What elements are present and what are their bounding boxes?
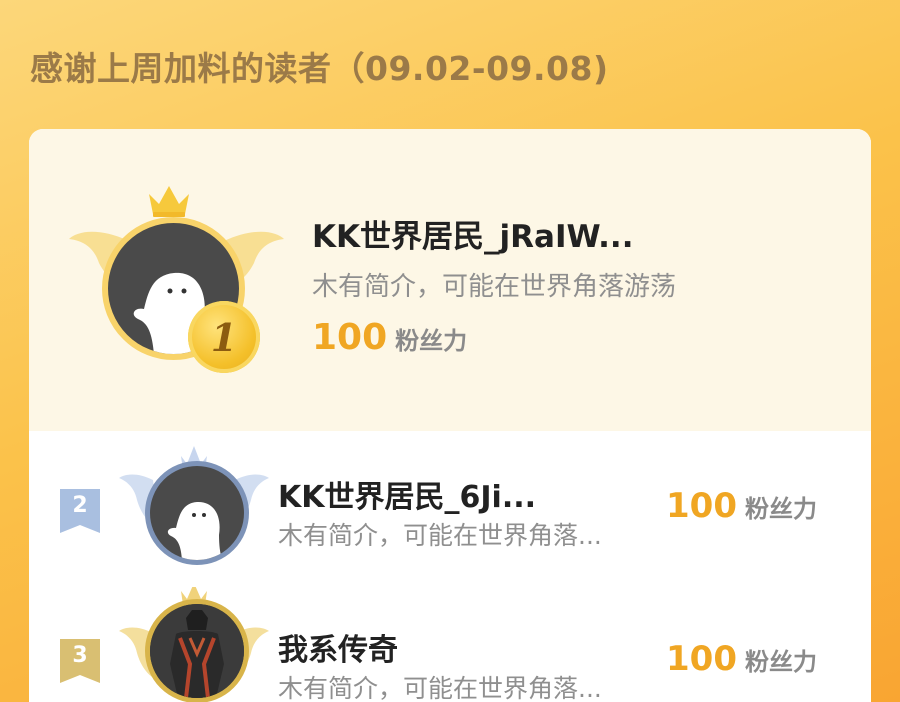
avatar[interactable] xyxy=(145,599,249,702)
rank-2-badge: 2 xyxy=(60,489,100,533)
fans-label: 粉丝力 xyxy=(395,327,468,355)
rank-1-entry[interactable]: 1 KK世界居民_jRaIW... 木有简介，可能在世界角落游荡 100 粉丝力 xyxy=(29,129,871,431)
user-name[interactable]: 我系传奇 xyxy=(278,625,398,669)
fans-label: 粉丝力 xyxy=(744,648,817,676)
fans-value: 100 xyxy=(666,639,737,679)
rank-2-entry[interactable]: 2 KK世界居民_6Ji... 木有简介，可能在世界角落... 100 粉丝力 xyxy=(29,434,871,584)
hero-avatar-image xyxy=(150,604,244,698)
fans-power: 100 粉丝力 xyxy=(666,639,817,679)
rank-number: 3 xyxy=(72,643,88,668)
rank-3-badge: 3 xyxy=(60,639,100,683)
user-description: 木有简介，可能在世界角落... xyxy=(278,521,602,550)
user-description: 木有简介，可能在世界角落... xyxy=(278,674,602,702)
fans-label: 粉丝力 xyxy=(744,495,817,523)
page-title: 感谢上周加料的读者（09.02-09.08) xyxy=(30,49,609,88)
user-name[interactable]: KK世界居民_6Ji... xyxy=(278,472,536,516)
rank-1-medal: 1 xyxy=(188,301,260,373)
leaderboard-card: 1 KK世界居民_jRaIW... 木有简介，可能在世界角落游荡 100 粉丝力 … xyxy=(29,129,871,702)
fans-value: 100 xyxy=(666,486,737,526)
avatar-frame xyxy=(119,587,269,702)
crown-icon xyxy=(149,186,189,217)
rank-3-entry[interactable]: 3 我系传奇 木有简介，可能在世界角落... 100 粉丝力 xyxy=(29,587,871,702)
fans-value: 100 xyxy=(312,317,388,358)
fans-power: 100 粉丝力 xyxy=(312,317,467,358)
rank-number: 2 xyxy=(72,493,88,518)
user-name[interactable]: KK世界居民_jRaIW... xyxy=(312,211,634,256)
user-description: 木有简介，可能在世界角落游荡 xyxy=(312,272,677,302)
ghost-avatar-icon xyxy=(167,501,222,560)
avatar-frame xyxy=(119,434,269,584)
avatar[interactable] xyxy=(145,461,249,565)
fans-power: 100 粉丝力 xyxy=(666,486,817,526)
